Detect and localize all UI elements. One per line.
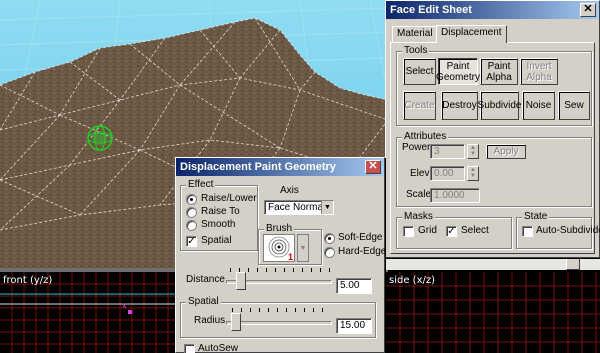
axis-select-value: Face Normal xyxy=(268,202,326,213)
tab-displacement[interactable]: Displacement xyxy=(436,25,507,43)
invert-alpha-button[interactable]: Invert Alpha xyxy=(520,58,558,85)
elev-spinner[interactable]: ▲ ▼ xyxy=(467,166,479,181)
dropdown-arrow-icon[interactable]: ▼ xyxy=(321,201,333,214)
autosubdivide-checkbox[interactable] xyxy=(522,226,533,237)
paint-dialog-title: Displacement Paint Geometry xyxy=(180,161,336,173)
raise-to-radio[interactable] xyxy=(186,207,197,218)
select-tool-button[interactable]: Select xyxy=(403,58,436,85)
apply-button[interactable]: Apply xyxy=(486,144,526,159)
autosubdivide-label: Auto-Subdivide xyxy=(536,225,600,236)
apply-label: Apply xyxy=(493,146,519,157)
paint-geometry-button[interactable]: Paint Geometry xyxy=(436,58,480,85)
spatial-checkbox-label: Spatial xyxy=(201,235,232,246)
paint-dialog-titlebar[interactable]: Displacement Paint Geometry ✕ xyxy=(176,158,384,176)
grid-label: Grid xyxy=(418,225,437,236)
sew-label: Sew xyxy=(564,100,584,111)
face-edit-close-button[interactable]: ✕ xyxy=(580,3,596,17)
raise-to-label: Raise To xyxy=(201,206,240,217)
create-button[interactable]: Create xyxy=(403,91,436,120)
soft-edge-label: Soft-Edge xyxy=(338,232,383,243)
power-label: Power xyxy=(402,142,431,153)
axis-select[interactable]: Face Normal ▼ xyxy=(264,200,334,215)
smooth-radio[interactable] xyxy=(186,220,197,231)
scale-field[interactable]: 1.0000 xyxy=(430,188,480,203)
masks-group-label: Masks xyxy=(402,211,435,222)
autosew-checkbox[interactable] xyxy=(184,344,195,353)
tab-material[interactable]: Material xyxy=(392,26,438,42)
select-mask-label: Select xyxy=(461,225,489,236)
radius-ticks xyxy=(232,308,328,312)
tab-displacement-label: Displacement xyxy=(441,27,502,38)
elev-label: Elev xyxy=(410,168,430,179)
noise-button[interactable]: Noise xyxy=(522,91,555,120)
brush-dropdown-icon[interactable]: ▼ xyxy=(297,234,309,262)
svg-text:x: x xyxy=(122,301,127,310)
axis-label: Axis xyxy=(280,185,299,196)
face-edit-sheet-window: Face Edit Sheet ✕ Material Displacement … xyxy=(385,0,600,258)
distance-label: Distance xyxy=(186,274,225,285)
raise-lower-radio[interactable] xyxy=(186,194,197,205)
create-label: Create xyxy=(404,100,435,111)
distance-slider-thumb[interactable] xyxy=(235,272,246,290)
tools-group-label: Tools xyxy=(402,45,430,56)
destroy-button[interactable]: Destroy xyxy=(441,91,478,120)
effect-group-label: Effect xyxy=(186,179,216,190)
radius-label: Radius xyxy=(194,315,226,326)
distance-field[interactable]: 5.00 xyxy=(336,278,372,294)
brush-preview[interactable]: 1 xyxy=(263,234,295,262)
hard-edge-label: Hard-Edge xyxy=(338,246,387,257)
autosew-label: AutoSew xyxy=(198,343,239,353)
paint-alpha-label: Paint Alpha xyxy=(486,60,512,83)
paint-geometry-dialog: Displacement Paint Geometry ✕ Effect Rai… xyxy=(175,157,387,353)
grid-checkbox[interactable] xyxy=(403,226,414,237)
face-edit-title: Face Edit Sheet xyxy=(390,4,472,16)
scrollbar-thumb[interactable] xyxy=(566,258,580,270)
destroy-label: Destroy xyxy=(442,100,477,111)
raise-lower-label: Raise/Lower xyxy=(201,193,257,204)
paint-alpha-button[interactable]: Paint Alpha xyxy=(480,58,518,85)
elev-field[interactable]: 0.00 xyxy=(430,166,465,181)
spatial-group-label: Spatial xyxy=(186,296,221,307)
smooth-label: Smooth xyxy=(201,219,236,230)
subdivide-label: Subdivide xyxy=(477,100,522,111)
side-view-label: side (x/z) xyxy=(389,275,436,286)
radius-field[interactable]: 15.00 xyxy=(336,318,372,334)
side-view[interactable]: side (x/z) xyxy=(386,272,600,353)
scale-label: Scale xyxy=(406,189,432,200)
power-spinner[interactable]: ▲ ▼ xyxy=(467,144,479,159)
paint-geometry-label: Paint Geometry xyxy=(436,60,480,83)
radius-slider-thumb[interactable] xyxy=(230,313,241,331)
invert-alpha-label: Invert Alpha xyxy=(526,60,552,83)
tab-material-label: Material xyxy=(397,28,433,39)
brush-number: 1 xyxy=(287,252,293,262)
sew-button[interactable]: Sew xyxy=(558,91,590,120)
brush-group-label: Brush xyxy=(264,223,295,234)
front-view-label: front (y/z) xyxy=(3,275,53,286)
noise-label: Noise xyxy=(525,100,552,111)
subdivide-button[interactable]: Subdivide xyxy=(477,91,522,120)
select-tool-label: Select xyxy=(405,66,434,77)
radius-slider-track[interactable] xyxy=(226,321,332,325)
select-mask-checkbox[interactable]: ✓ xyxy=(446,226,457,237)
side-view-scrollbar[interactable] xyxy=(386,258,600,270)
face-edit-titlebar[interactable]: Face Edit Sheet ✕ xyxy=(386,1,599,19)
power-field[interactable]: 3 xyxy=(430,144,465,159)
attributes-group-label: Attributes xyxy=(402,131,449,142)
state-group-label: State xyxy=(522,211,550,222)
soft-edge-radio[interactable] xyxy=(324,233,335,244)
paint-dialog-close-button[interactable]: ✕ xyxy=(365,160,381,174)
hard-edge-radio[interactable] xyxy=(324,247,335,258)
front-view[interactable]: x front (y/z) xyxy=(0,272,180,353)
spatial-checkbox[interactable]: ✓ xyxy=(186,236,197,247)
